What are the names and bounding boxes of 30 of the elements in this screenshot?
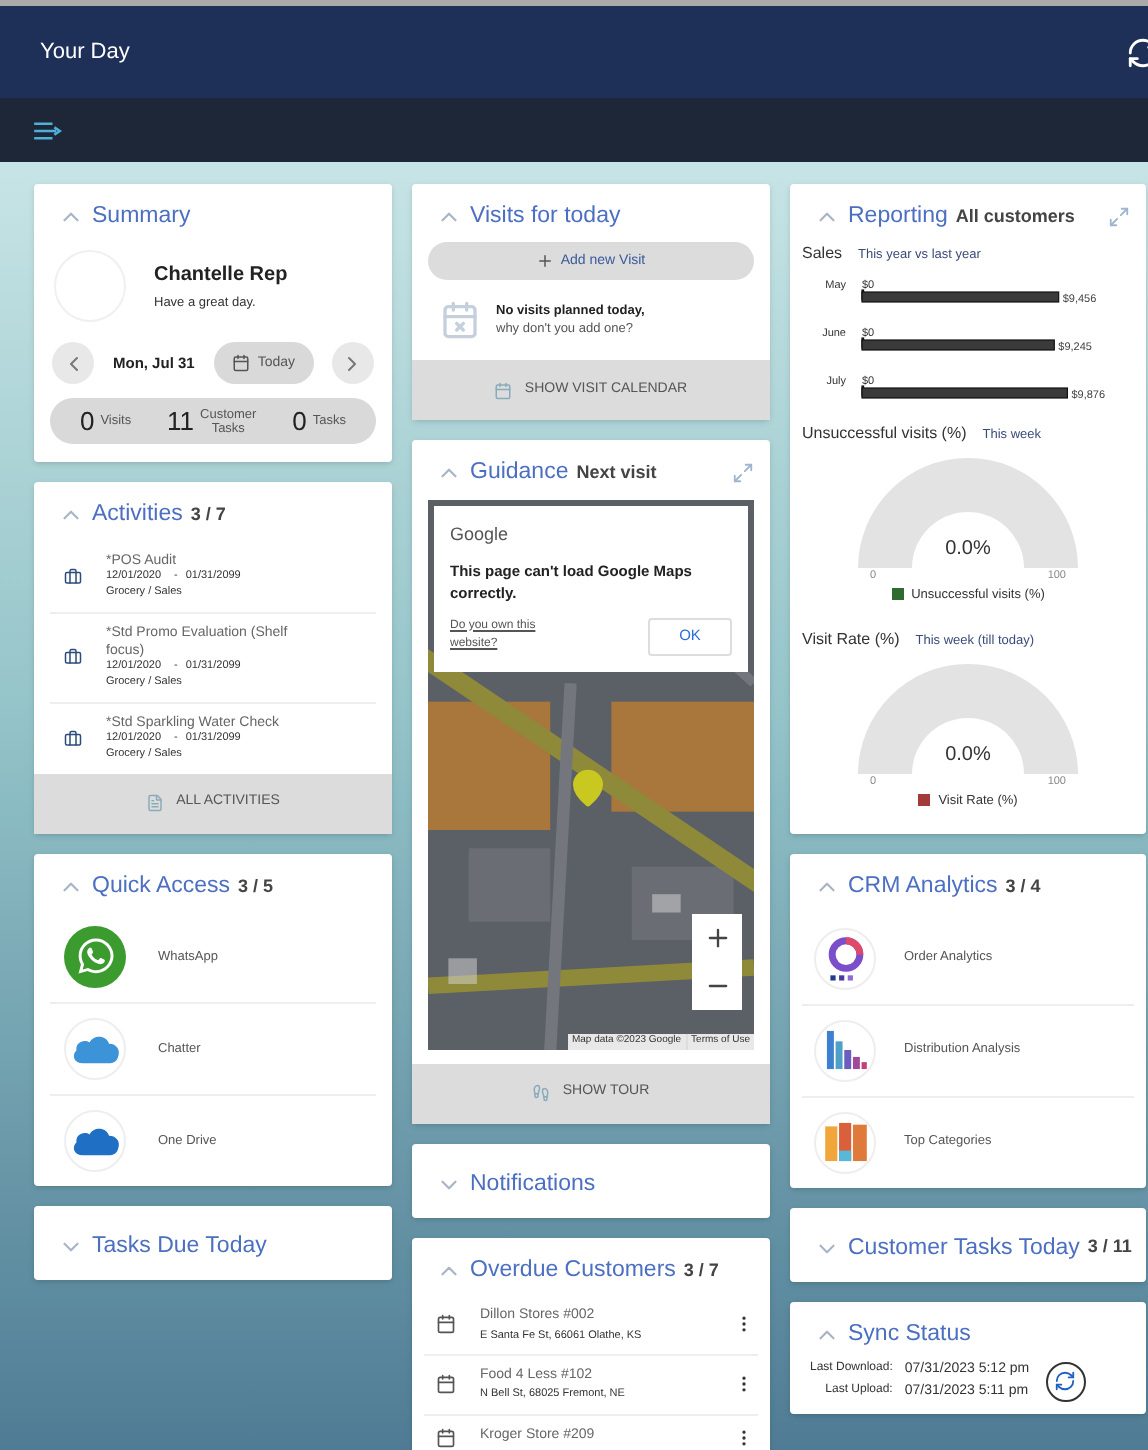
section-title: Activities	[92, 500, 183, 531]
section-title: Summary	[92, 202, 191, 232]
section-count: 3 / 7	[190, 502, 226, 529]
gauge-reading: 0.0%	[943, 536, 993, 565]
dialog-brand: Google	[450, 521, 511, 548]
section-title: Customer Tasks Today	[848, 1233, 1080, 1263]
section-title: Reporting	[848, 202, 948, 232]
user-name: Chantelle Rep	[154, 261, 288, 290]
section-count: 3 / 7	[683, 1257, 719, 1284]
section-title: Overdue Customers	[470, 1255, 676, 1286]
section-title: CRM Analytics	[848, 872, 998, 903]
section-title: Sync Status	[848, 1319, 971, 1350]
section-title: Notifications	[470, 1169, 596, 1199]
stat-value: 0	[292, 404, 307, 440]
gauge-reading: 0.0%	[943, 742, 993, 771]
section-count: 3 / 5	[238, 873, 274, 900]
section-subtitle: Next visit	[576, 460, 657, 487]
chart-title: Visit Rate (%)	[802, 628, 900, 653]
section-title: Tasks Due Today	[92, 1231, 267, 1262]
stat-value: 0	[79, 404, 95, 440]
chart-title: Sales	[802, 242, 843, 267]
section-count: 3 / 4	[1005, 874, 1041, 901]
page-title: Your Day	[40, 37, 130, 68]
section-title: Visits for today	[470, 202, 621, 232]
section-title: Guidance	[470, 458, 569, 489]
section-count: 3 / 11	[1087, 1234, 1132, 1261]
section-title: Quick Access	[92, 871, 231, 902]
chart-title: Unsuccessful visits (%)	[802, 422, 967, 447]
section-subtitle: All customers	[955, 203, 1075, 230]
stat-value: 11	[167, 404, 195, 440]
